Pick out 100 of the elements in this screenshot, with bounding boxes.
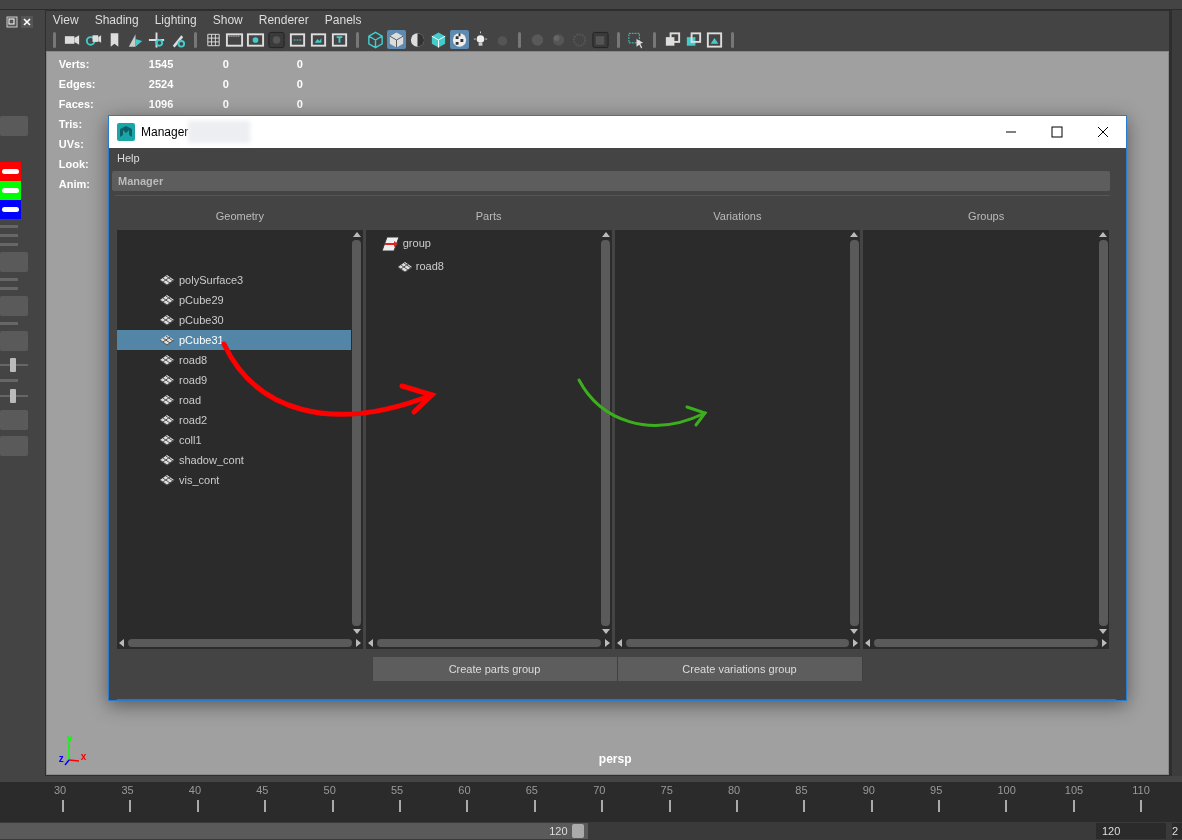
toolbar-button[interactable]: [146, 30, 166, 50]
viewport[interactable]: [45, 50, 1170, 776]
scroll-left-icon[interactable]: [119, 638, 124, 647]
list-item[interactable]: road8: [117, 350, 351, 370]
end-frame-field[interactable]: 120: [1096, 823, 1166, 840]
scroll-up-icon[interactable]: [1099, 232, 1107, 237]
item-label: road: [179, 392, 202, 408]
scroll-down-icon[interactable]: [601, 629, 610, 634]
stat-value: 0: [222, 76, 229, 92]
tick-mark: [533, 800, 536, 813]
item-label: road8: [415, 259, 444, 275]
rule-mark: [0, 242, 18, 246]
scroll-left-icon[interactable]: [367, 638, 373, 647]
scroll-right-icon[interactable]: [355, 638, 361, 647]
menu-item[interactable]: Lighting: [153, 10, 206, 29]
toolbar-button[interactable]: [386, 30, 406, 50]
toolbar-button[interactable]: [704, 30, 724, 50]
scroll-thumb[interactable]: [128, 638, 352, 647]
range-slider[interactable]: 120: [0, 823, 588, 840]
scroll-up-icon[interactable]: [601, 232, 610, 237]
scroll-thumb[interactable]: [1098, 240, 1108, 626]
rule-mark: [0, 277, 18, 281]
vertical-scrollbar[interactable]: [350, 230, 363, 636]
scroll-thumb[interactable]: [376, 638, 601, 647]
item-label: road2: [179, 412, 208, 428]
toolbar-button[interactable]: [224, 30, 244, 50]
list-item[interactable]: pCube31: [117, 330, 351, 350]
stat-value: 2524: [148, 76, 174, 92]
list-item[interactable]: road2: [117, 410, 351, 430]
tick-mark: [668, 800, 671, 813]
menu-item[interactable]: Shading: [93, 10, 148, 29]
stat-value: 1545: [148, 56, 174, 72]
column-heading: Parts: [474, 209, 503, 224]
timeline[interactable]: 30 35 40 45 50 55 60 65 70 75 80 85 90 95 100 105 110: [0, 782, 1182, 823]
tree-item[interactable]: group: [365, 232, 600, 255]
restore-icon[interactable]: [6, 15, 18, 28]
scroll-left-icon[interactable]: [865, 638, 871, 647]
toolbar-button[interactable]: [449, 30, 469, 50]
menu-item[interactable]: Panels: [323, 10, 371, 29]
stat-label: Tris:: [58, 116, 83, 132]
list-item[interactable]: pCube30: [117, 310, 351, 330]
scroll-thumb[interactable]: [874, 638, 1098, 647]
item-label: pCube30: [179, 312, 224, 328]
toolbar-button[interactable]: [287, 30, 307, 50]
tree-item[interactable]: road8: [365, 255, 600, 278]
scroll-left-icon[interactable]: [616, 638, 622, 647]
tick-mark: [1005, 800, 1008, 813]
vertical-scrollbar[interactable]: [599, 230, 612, 636]
move-icon: [146, 29, 166, 50]
horizontal-scrollbar[interactable]: [117, 636, 363, 649]
toolbar-button[interactable]: [365, 30, 385, 50]
list-item[interactable]: pCube29: [117, 290, 351, 310]
scroll-thumb[interactable]: [352, 240, 362, 626]
scroll-up-icon[interactable]: [352, 232, 361, 237]
scroll-thumb[interactable]: [625, 638, 850, 647]
group-icon: [381, 235, 400, 252]
axis-label: y: [66, 734, 73, 745]
list-item[interactable]: road: [117, 390, 351, 410]
image-icon: [704, 29, 724, 50]
list-item[interactable]: vis_cont: [117, 470, 351, 490]
tick-mark: [264, 800, 267, 813]
tick-mark: [601, 800, 604, 813]
vertical-scrollbar[interactable]: [848, 230, 861, 636]
axis-label: z: [58, 754, 64, 765]
rule-mark: [0, 224, 18, 228]
menu-item[interactable]: Help: [117, 149, 140, 167]
slider-control[interactable]: [0, 356, 28, 373]
scroll-up-icon[interactable]: [850, 232, 859, 237]
menu-item[interactable]: Show: [211, 10, 252, 29]
list-item[interactable]: polySurface3: [117, 270, 351, 290]
toolbar-button[interactable]: [308, 30, 328, 50]
close-icon[interactable]: [20, 15, 33, 28]
menu-item[interactable]: View: [51, 10, 88, 29]
toolbar-separator: [616, 31, 620, 48]
scroll-thumb[interactable]: [849, 240, 859, 626]
scroll-thumb[interactable]: [601, 240, 610, 626]
scroll-down-icon[interactable]: [352, 629, 361, 634]
menu-item[interactable]: Renderer: [257, 10, 318, 29]
color-swatch[interactable]: [0, 161, 21, 181]
rule-mark: [0, 321, 18, 325]
scroll-down-icon[interactable]: [1099, 629, 1107, 634]
scroll-down-icon[interactable]: [850, 629, 859, 634]
list-item[interactable]: coll1: [117, 430, 351, 450]
action-button[interactable]: Create variations group: [617, 657, 863, 681]
action-button[interactable]: Create parts group: [372, 657, 618, 681]
toolbar-button[interactable]: [329, 30, 349, 50]
vertical-scrollbar[interactable]: [1097, 230, 1109, 636]
horizontal-scrollbar[interactable]: [863, 636, 1109, 649]
frame-field[interactable]: 2: [1172, 823, 1182, 840]
stat-label: Faces:: [58, 96, 94, 112]
scroll-right-icon[interactable]: [604, 638, 610, 647]
toolbar-button[interactable]: [245, 30, 265, 50]
stat-value: 1096: [148, 96, 174, 112]
scroll-right-icon[interactable]: [853, 638, 859, 647]
list-item[interactable]: road9: [117, 370, 351, 390]
toolbar-button[interactable]: [626, 30, 646, 50]
rule-mark: [0, 378, 18, 382]
slider-control[interactable]: [0, 387, 28, 404]
list-item[interactable]: shadow_cont: [117, 450, 351, 470]
scroll-right-icon[interactable]: [1102, 638, 1107, 647]
